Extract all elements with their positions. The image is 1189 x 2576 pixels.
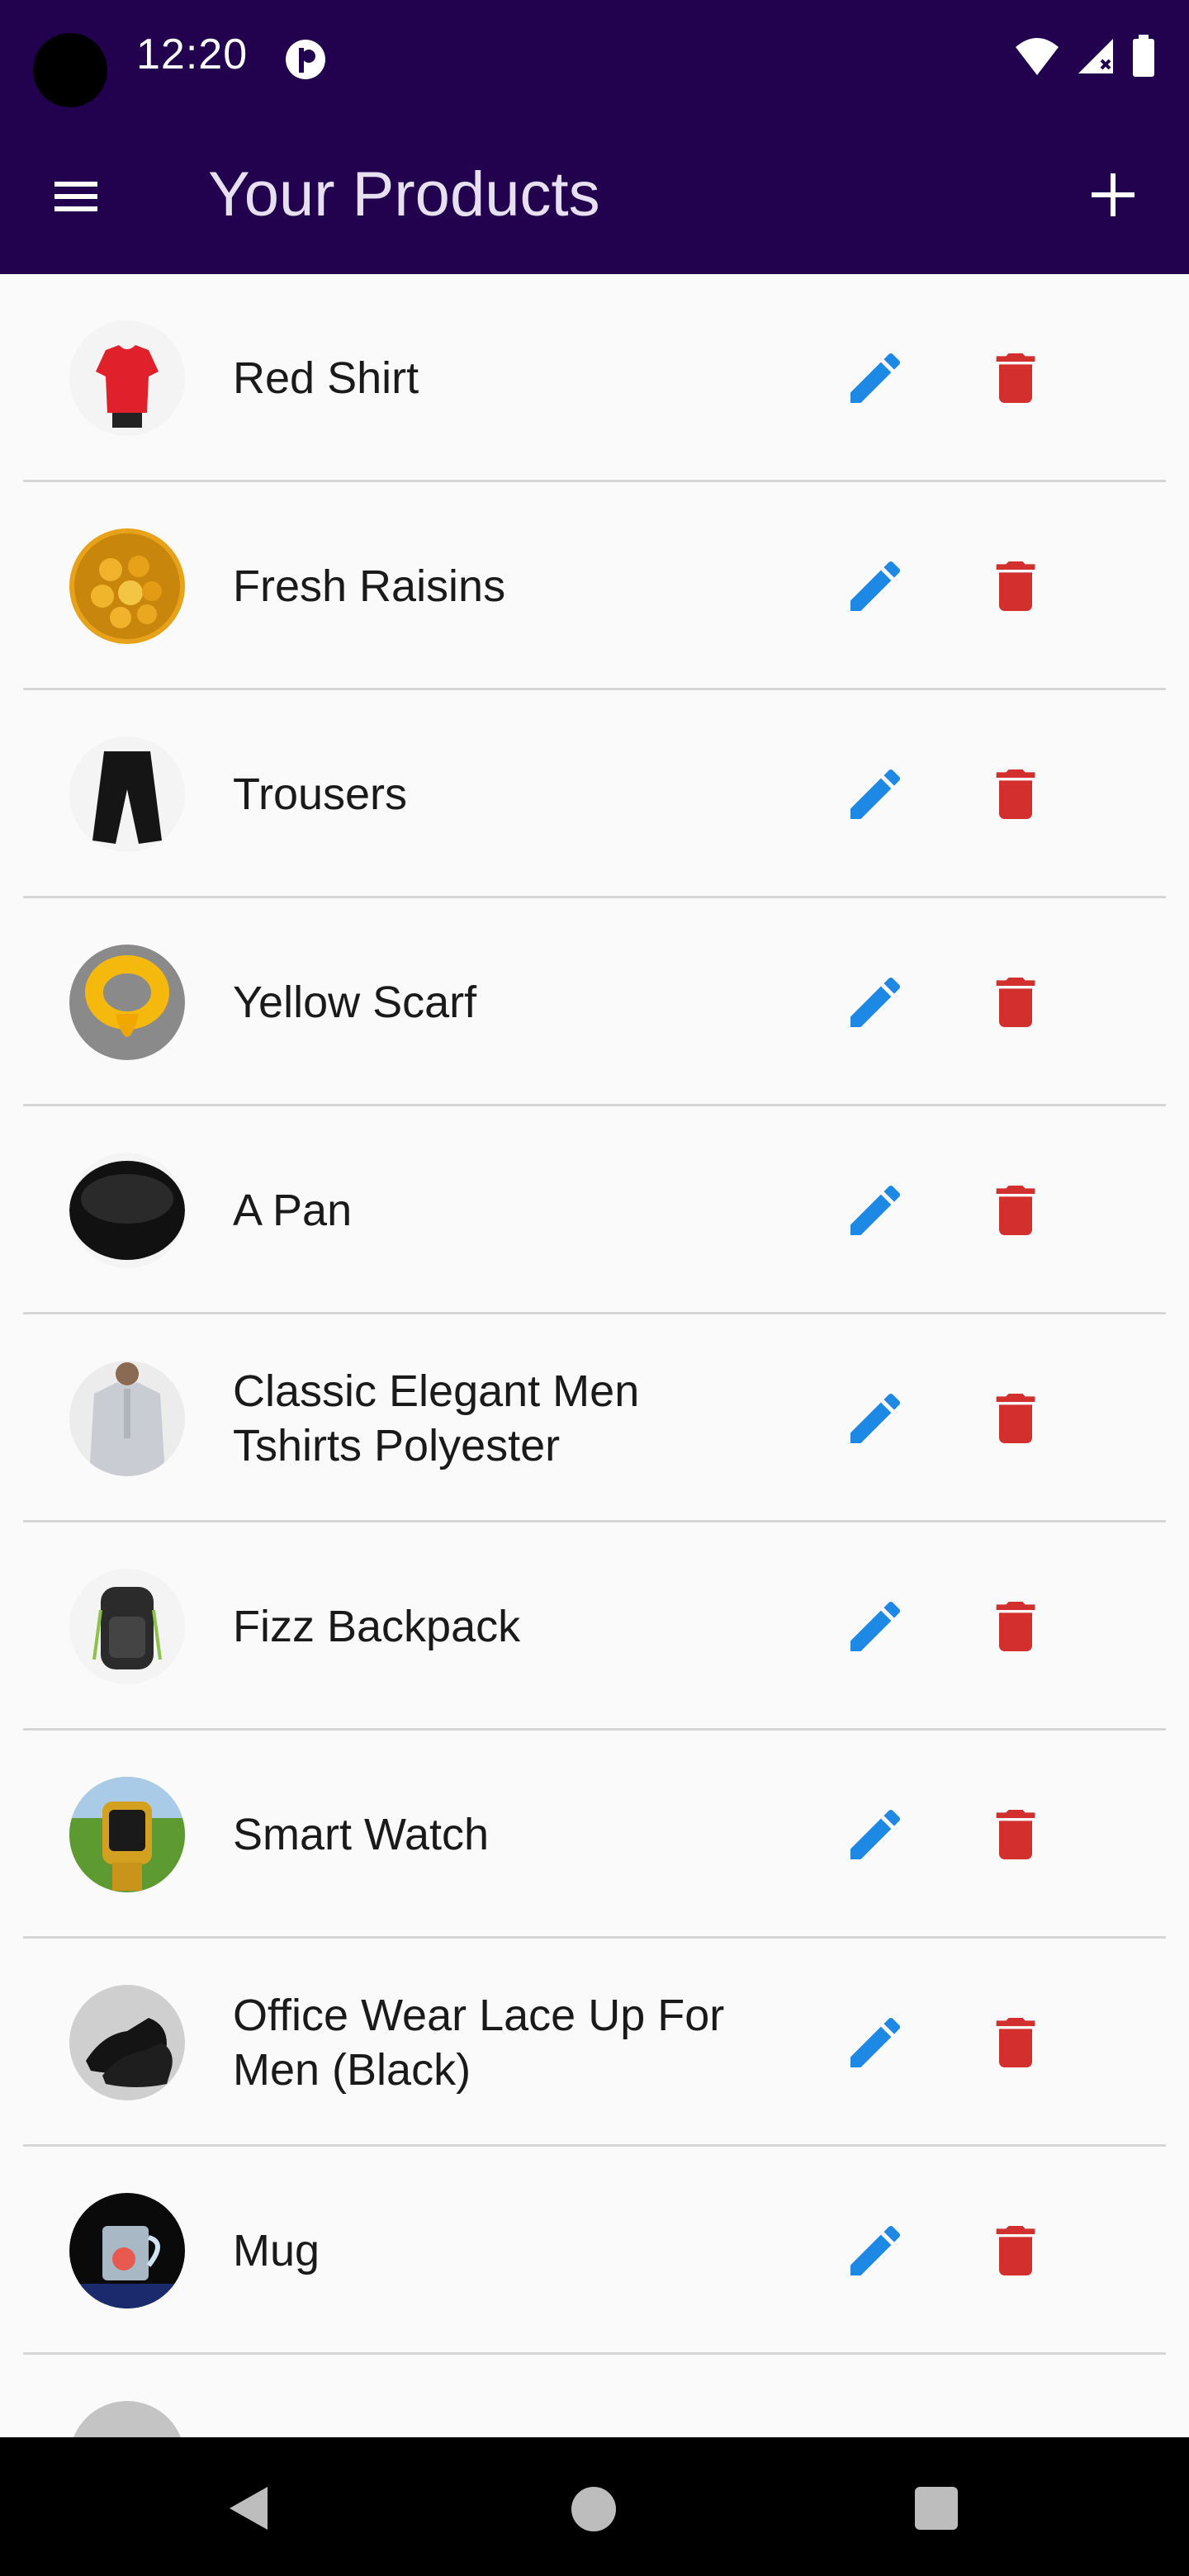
delete-button[interactable] [983,761,1049,827]
notification-icon [282,36,329,87]
product-name: A Pan [233,1186,353,1235]
edit-button[interactable] [842,1593,908,1660]
list-item: Red Shirt [0,274,1189,482]
list-item: Yellow Scarf [0,898,1189,1106]
edit-button[interactable] [842,2010,908,2076]
recents-icon[interactable] [915,2487,958,2530]
trash-icon [996,1186,1035,1235]
list-item: Classic Elegant Men Tshirts Polyester [0,1314,1189,1522]
product-name: Fizz Backpack [233,1602,521,1651]
product-image [69,945,185,1060]
product-name: Red Shirt [233,353,419,403]
delete-button[interactable] [983,969,1049,1035]
back-icon[interactable] [225,2484,271,2533]
edit-icon [850,1185,901,1235]
trash-icon [996,2018,1035,2067]
product-name: Office Wear Lace Up For Men (Black) [233,1991,725,2095]
home-icon[interactable] [571,2487,616,2531]
list-item: Fizz Backpack [0,1522,1189,1731]
add-icon [1092,173,1135,216]
product-name: Trousers [233,769,408,819]
add-product-button[interactable] [1080,162,1146,228]
product-name: Smart Watch [233,1810,490,1859]
list-item: Mug [0,2147,1189,2355]
status-icons [1014,35,1156,78]
product-name: Fresh Raisins [233,561,506,611]
delete-button[interactable] [983,2218,1049,2284]
product-image [69,1777,185,1892]
edit-icon [850,977,901,1027]
app-bar: Your Products [0,116,1189,274]
edit-icon [850,1393,901,1443]
product-image [69,736,185,852]
edit-button[interactable] [842,1385,908,1451]
list-item: A Pan [0,1106,1189,1314]
edit-icon [850,1809,901,1859]
product-name: Mug [233,2226,320,2275]
edit-button[interactable] [842,761,908,827]
delete-button[interactable] [983,2010,1049,2076]
delete-button[interactable] [983,553,1049,619]
product-image [69,1361,185,1476]
edit-button[interactable] [842,2218,908,2284]
trash-icon [996,561,1035,611]
edit-icon [850,2017,901,2067]
delete-button[interactable] [983,1802,1049,1868]
product-name: Yellow Scarf [233,978,477,1027]
trash-icon [996,769,1035,819]
product-image [69,2193,185,2308]
delete-button[interactable] [983,1385,1049,1451]
camera-cutout [33,33,107,107]
edit-button[interactable] [842,345,908,411]
list-item: Office Wear Lace Up For Men (Black) [0,1939,1189,2147]
edit-button[interactable] [842,1177,908,1243]
product-image [69,528,185,644]
list-item: Smart Watch [0,1731,1189,1939]
edit-button[interactable] [842,969,908,1035]
edit-icon [850,2225,901,2275]
trash-icon [996,1602,1035,1651]
product-image [69,1985,185,2100]
menu-icon [54,182,97,211]
delete-button[interactable] [983,1177,1049,1243]
product-image [69,2401,185,2437]
edit-icon [850,561,901,611]
edit-button[interactable] [842,553,908,619]
list-item: Trousers [0,690,1189,898]
wifi-icon [1016,38,1059,75]
delete-button[interactable] [983,1593,1049,1660]
trash-icon [996,978,1035,1027]
trash-icon [996,2226,1035,2275]
list-item [0,2355,1189,2437]
product-image [69,1153,185,1268]
edit-button[interactable] [842,1802,908,1868]
status-bar: 12:20 [0,0,1189,116]
delete-button[interactable] [983,345,1049,411]
edit-icon [850,353,901,403]
trash-icon [996,1810,1035,1859]
product-name: Classic Elegant Men Tshirts Polyester [233,1366,640,1470]
list-item: Fresh Raisins [0,482,1189,690]
trash-icon [996,1394,1035,1443]
menu-button[interactable] [43,163,109,230]
edit-icon [850,1601,901,1651]
status-time: 12:20 [136,31,249,78]
page-title: Your Products [208,159,600,230]
system-nav-bar [0,2437,1189,2576]
product-image [69,320,185,436]
edit-icon [850,769,901,819]
battery-icon [1133,35,1154,77]
signal-icon [1078,39,1113,73]
product-list: Red Shirt Fresh Raisins Trousers Yellow … [0,274,1189,2437]
product-image [69,1569,185,1684]
trash-icon [996,353,1035,403]
